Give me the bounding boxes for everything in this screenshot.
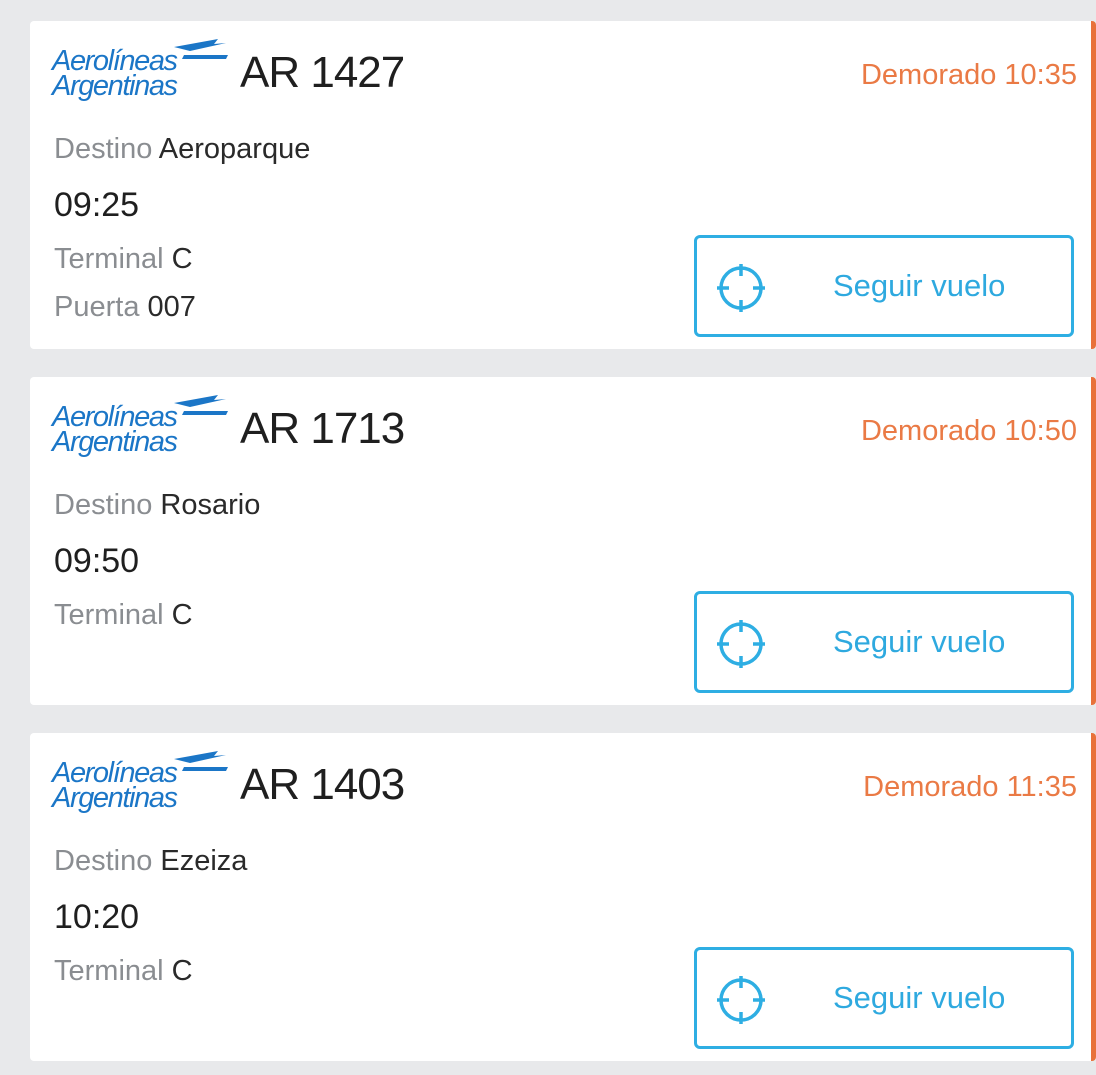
airline-logo: Aerolíneas Argentinas — [52, 391, 228, 481]
status-label: Demorado 10:50 — [860, 415, 1077, 447]
terminal-row: Terminal C — [54, 597, 193, 633]
terminal-value: C — [171, 599, 193, 631]
follow-flight-button[interactable]: Seguir vuelo — [694, 235, 1074, 337]
airline-logo-text: Aerolíneas Argentinas — [52, 401, 178, 458]
destination-row: Destino Aeroparque — [54, 131, 310, 167]
follow-flight-label: Seguir vuelo — [833, 268, 1006, 303]
destination-row: Destino Rosario — [54, 487, 260, 523]
destination-label: Destino — [54, 489, 153, 521]
terminal-label: Terminal — [54, 599, 164, 631]
airline-bird-icon — [174, 751, 228, 771]
gate-value: 007 — [147, 291, 196, 323]
destination-value: Aeroparque — [158, 133, 311, 165]
gate-row: Puerta 007 — [54, 289, 196, 325]
airline-logo-text: Aerolíneas Argentinas — [52, 45, 178, 102]
status-label: Demorado 10:35 — [860, 59, 1077, 91]
destination-row: Destino Ezeiza — [54, 843, 247, 879]
destination-label: Destino — [54, 845, 153, 877]
follow-flight-label: Seguir vuelo — [833, 624, 1006, 659]
crosshair-icon — [717, 976, 765, 1024]
crosshair-icon — [717, 264, 765, 312]
flight-number: AR 1713 — [240, 404, 405, 453]
departure-time: 09:50 — [54, 542, 140, 580]
flight-number: AR 1403 — [240, 760, 405, 809]
crosshair-icon — [717, 620, 765, 668]
flight-card[interactable]: Aerolíneas Argentinas AR 1427 Demorado 1… — [30, 21, 1096, 349]
follow-flight-label: Seguir vuelo — [833, 980, 1006, 1015]
status-label: Demorado 11:35 — [863, 771, 1077, 803]
destination-label: Destino — [54, 133, 153, 165]
terminal-value: C — [171, 243, 193, 275]
airline-bird-icon — [174, 39, 228, 59]
terminal-label: Terminal — [54, 243, 164, 275]
flight-card[interactable]: Aerolíneas Argentinas AR 1713 Demorado 1… — [30, 377, 1096, 705]
destination-value: Ezeiza — [160, 845, 248, 877]
flight-list: Aerolíneas Argentinas AR 1427 Demorado 1… — [0, 0, 1096, 1075]
terminal-row: Terminal C — [54, 241, 193, 277]
gate-label: Puerta — [54, 291, 140, 323]
terminal-label: Terminal — [54, 955, 164, 987]
airline-logo: Aerolíneas Argentinas — [52, 747, 228, 837]
terminal-value: C — [171, 955, 193, 987]
follow-flight-button[interactable]: Seguir vuelo — [694, 591, 1074, 693]
airline-logo: Aerolíneas Argentinas — [52, 35, 228, 125]
flight-number: AR 1427 — [240, 48, 405, 97]
airline-logo-text: Aerolíneas Argentinas — [52, 757, 178, 814]
follow-flight-button[interactable]: Seguir vuelo — [694, 947, 1074, 1049]
departure-time: 10:20 — [54, 898, 140, 936]
destination-value: Rosario — [160, 489, 261, 521]
airline-bird-icon — [174, 395, 228, 415]
departure-time: 09:25 — [54, 186, 140, 224]
terminal-row: Terminal C — [54, 953, 193, 989]
flight-card[interactable]: Aerolíneas Argentinas AR 1403 Demorado 1… — [30, 733, 1096, 1061]
